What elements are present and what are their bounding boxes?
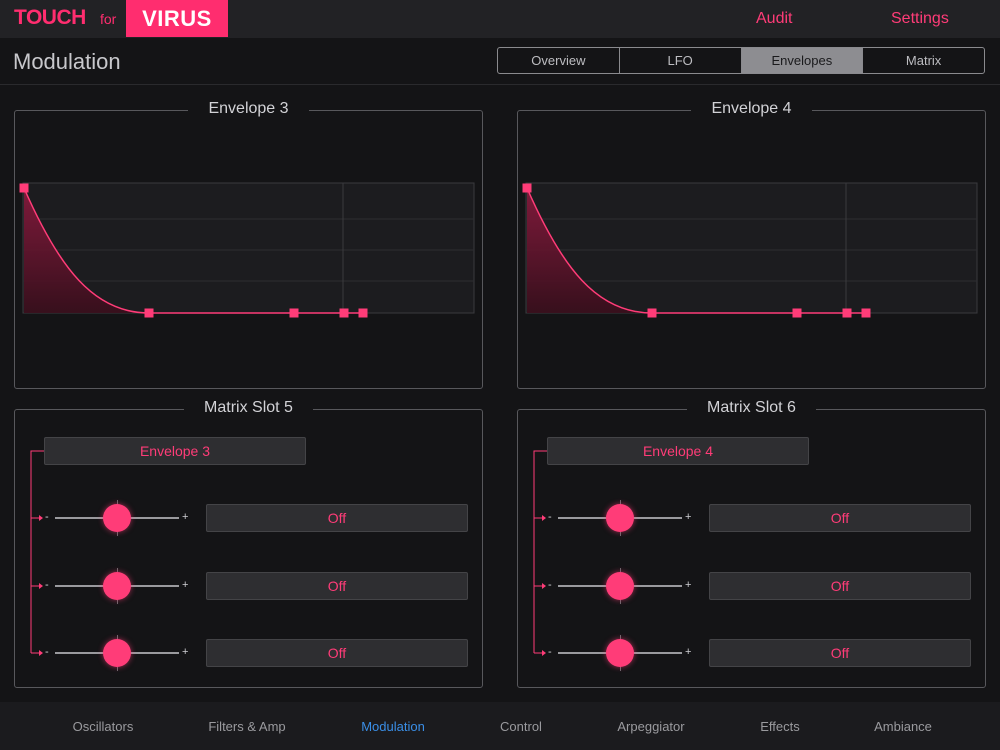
matrix-slot-6-panel: Matrix Slot 6 Envelope 4 - + Off - + Off - + Off	[517, 399, 986, 688]
app-root: { "app": { "logo_touch": "TOUCH", "logo_…	[0, 0, 1000, 750]
logo-virus: VIRUS	[126, 0, 228, 37]
matrix-slot-5-title: Matrix Slot 5	[184, 399, 313, 416]
tab-envelopes[interactable]: Envelopes	[741, 48, 864, 73]
amount-max-label: +	[182, 579, 189, 591]
matrix-slot-5-panel: Matrix Slot 5 Envelope 3 - + Off - + Off - + Off	[14, 399, 483, 688]
envelope-handle-5[interactable]	[861, 308, 871, 318]
envelope-handle-2[interactable]	[144, 308, 154, 318]
amount-min-label: -	[548, 646, 552, 658]
destination-selector[interactable]: Off	[709, 639, 971, 667]
tab-arpeggiator[interactable]: Arpeggiator	[617, 719, 684, 734]
logo-for: for	[100, 11, 117, 27]
amount-min-label: -	[548, 511, 552, 523]
envelope-graph[interactable]	[15, 111, 484, 390]
amount-min-label: -	[45, 646, 49, 658]
amount-min-label: -	[45, 579, 49, 591]
amount-max-label: +	[182, 646, 189, 658]
tab-filters-amp[interactable]: Filters & Amp	[208, 719, 285, 734]
routing-arrow-icon	[30, 450, 44, 656]
envelope-handle-4[interactable]	[842, 308, 852, 318]
amount-min-label: -	[45, 511, 49, 523]
envelope-4-panel: Envelope 4	[517, 100, 987, 390]
amount-min-label: -	[548, 579, 552, 591]
envelope-handle-5[interactable]	[358, 308, 368, 318]
envelope-3-panel: Envelope 3	[14, 100, 484, 390]
settings-link[interactable]: Settings	[891, 10, 949, 28]
envelope-handle-3[interactable]	[289, 308, 299, 318]
source-selector[interactable]: Envelope 3	[44, 437, 306, 465]
tab-matrix[interactable]: Matrix	[863, 48, 984, 73]
logo-touch: TOUCH	[14, 6, 86, 29]
envelope-graph[interactable]	[518, 111, 987, 390]
amount-max-label: +	[685, 646, 692, 658]
amount-slider-knob[interactable]	[606, 639, 634, 667]
amount-slider-knob[interactable]	[606, 504, 634, 532]
tab-ambiance[interactable]: Ambiance	[874, 719, 932, 734]
destination-selector[interactable]: Off	[206, 572, 468, 600]
envelope-handle-1[interactable]	[522, 183, 532, 193]
tab-effects[interactable]: Effects	[760, 719, 800, 734]
amount-slider-knob[interactable]	[103, 504, 131, 532]
amount-slider-knob[interactable]	[103, 639, 131, 667]
destination-selector[interactable]: Off	[709, 572, 971, 600]
top-bar: TOUCH for VIRUS Audit Settings	[0, 0, 1000, 38]
routing-arrow-icon	[533, 450, 547, 656]
tab-overview[interactable]: Overview	[498, 48, 620, 73]
matrix-slot-6-title: Matrix Slot 6	[687, 399, 816, 416]
audit-link[interactable]: Audit	[756, 10, 792, 28]
envelope-handle-2[interactable]	[647, 308, 657, 318]
amount-max-label: +	[685, 511, 692, 523]
destination-selector[interactable]: Off	[709, 504, 971, 532]
amount-slider-knob[interactable]	[103, 572, 131, 600]
envelope-handle-3[interactable]	[792, 308, 802, 318]
amount-slider-knob[interactable]	[606, 572, 634, 600]
tab-oscillators[interactable]: Oscillators	[73, 719, 134, 734]
tab-control[interactable]: Control	[500, 719, 542, 734]
amount-max-label: +	[182, 511, 189, 523]
tab-lfo[interactable]: LFO	[620, 48, 742, 73]
amount-max-label: +	[685, 579, 692, 591]
destination-selector[interactable]: Off	[206, 504, 468, 532]
envelope-handle-4[interactable]	[339, 308, 349, 318]
bottom-tab-bar: Oscillators Filters & Amp Modulation Con…	[0, 702, 1000, 750]
tab-modulation[interactable]: Modulation	[361, 719, 425, 734]
envelope-handle-1[interactable]	[19, 183, 29, 193]
section-tabs: Overview LFO Envelopes Matrix	[497, 47, 985, 74]
source-selector[interactable]: Envelope 4	[547, 437, 809, 465]
page-title: Modulation	[13, 49, 121, 74]
page-header: Modulation Overview LFO Envelopes Matrix	[0, 38, 1000, 85]
destination-selector[interactable]: Off	[206, 639, 468, 667]
